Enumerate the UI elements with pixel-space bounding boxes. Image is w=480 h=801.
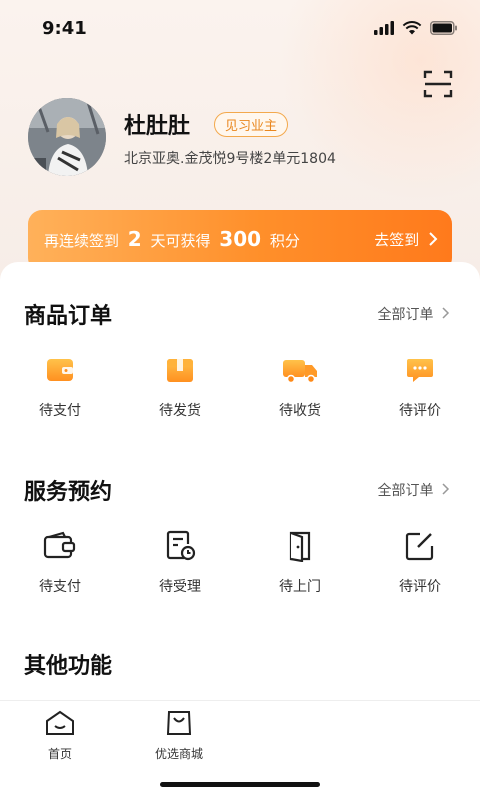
product-orders-title: 商品订单 xyxy=(24,304,113,329)
service-booking-title: 服务预约 xyxy=(24,480,113,505)
signin-message: 再连续签到 2 天可获得 300 积分 xyxy=(44,227,300,251)
edit-icon xyxy=(360,526,480,566)
door-icon xyxy=(240,526,360,566)
comment-icon xyxy=(360,350,480,390)
user-name: 杜肚肚 xyxy=(124,114,191,139)
tab-label: 首页 xyxy=(47,747,72,761)
tab-mall[interactable]: 优选商城 xyxy=(144,709,214,762)
chevron-right-icon xyxy=(442,483,450,495)
grid-item-label: 待收货 xyxy=(279,403,321,419)
signin-days: 2 xyxy=(127,227,142,251)
grid-item-label: 待支付 xyxy=(39,403,81,419)
service-booking-grid: 待支付 待受理 待上门 待评价 xyxy=(0,526,480,596)
status-icons xyxy=(374,20,458,39)
truck-icon xyxy=(240,350,360,390)
grid-item-label: 待受理 xyxy=(159,579,201,595)
product-order-pending-review[interactable]: 待评价 xyxy=(360,350,480,420)
signin-middle: 天可获得 xyxy=(150,232,211,250)
signin-points: 300 xyxy=(219,227,262,251)
product-orders-grid: 待支付 待发货 待收货 待评价 xyxy=(0,350,480,420)
product-order-pending-receipt[interactable]: 待收货 xyxy=(240,350,360,420)
signin-suffix: 积分 xyxy=(269,232,300,250)
signin-action-label: 去签到 xyxy=(374,231,420,249)
wifi-icon xyxy=(402,20,422,39)
product-orders-all-link[interactable]: 全部订单 xyxy=(378,304,450,324)
grid-item-label: 待评价 xyxy=(399,579,441,595)
role-badge: 见习业主 xyxy=(214,112,289,137)
box-icon xyxy=(120,350,240,390)
service-booking-all-label: 全部订单 xyxy=(377,483,434,499)
home-indicator xyxy=(160,782,320,787)
wallet-icon xyxy=(0,350,120,390)
signal-icon xyxy=(374,20,394,39)
grid-item-label: 待评价 xyxy=(399,403,441,419)
product-order-pending-payment[interactable]: 待支付 xyxy=(0,350,120,420)
service-pending-visit[interactable]: 待上门 xyxy=(240,526,360,596)
scan-icon xyxy=(423,70,453,98)
wallet-outline-icon xyxy=(0,526,120,566)
chevron-right-icon xyxy=(429,232,438,246)
status-bar: 9:41 xyxy=(0,0,480,52)
product-orders-all-label: 全部订单 xyxy=(377,307,434,323)
battery-icon xyxy=(430,20,458,39)
service-pending-payment[interactable]: 待支付 xyxy=(0,526,120,596)
grid-item-label: 待上门 xyxy=(279,579,321,595)
scan-button[interactable] xyxy=(422,68,454,100)
document-clock-icon xyxy=(120,526,240,566)
signin-button[interactable]: 去签到 xyxy=(374,229,438,250)
chevron-right-icon xyxy=(442,307,450,319)
shopping-bag-icon xyxy=(166,711,192,735)
grid-item-label: 待支付 xyxy=(39,579,81,595)
product-order-pending-shipment[interactable]: 待发货 xyxy=(120,350,240,420)
service-pending-review[interactable]: 待评价 xyxy=(360,526,480,596)
other-functions-title: 其他功能 xyxy=(24,654,113,679)
service-booking-all-link[interactable]: 全部订单 xyxy=(378,480,450,500)
home-icon xyxy=(46,710,74,735)
service-pending-acceptance[interactable]: 待受理 xyxy=(120,526,240,596)
main-card: 商品订单 全部订单 待支付 待发货 待收货 待评价 服务预约 全部订单 待支付 … xyxy=(0,262,480,712)
avatar[interactable] xyxy=(28,98,106,176)
tab-home[interactable]: 首页 xyxy=(25,709,95,762)
signin-prefix: 再连续签到 xyxy=(44,232,120,250)
user-address: 北京亚奥.金茂悦9号楼2单元1804 xyxy=(124,151,336,167)
tab-label: 优选商城 xyxy=(154,747,203,761)
status-time: 9:41 xyxy=(42,18,87,39)
grid-item-label: 待发货 xyxy=(159,403,201,419)
